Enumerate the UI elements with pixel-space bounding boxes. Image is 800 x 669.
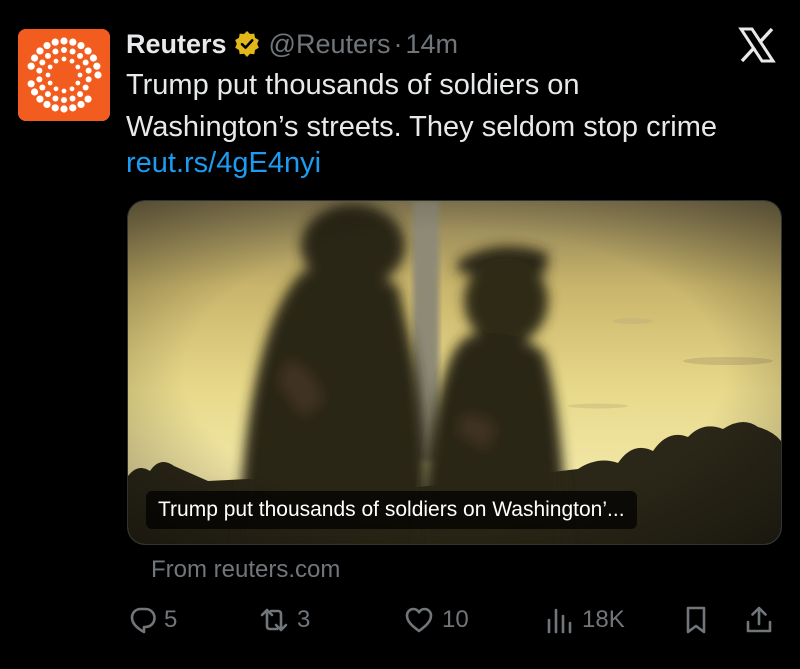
separator-dot: · [393, 28, 403, 59]
logo-dot [30, 54, 39, 62]
card-title-text: Trump put thousands of soldiers on Washi… [158, 498, 625, 521]
logo-dot [52, 48, 59, 55]
verified-badge-icon [234, 31, 260, 57]
card-source[interactable]: From reuters.com [151, 556, 340, 584]
logo-dot [77, 91, 84, 98]
logo-dot [36, 67, 43, 74]
logo-dot [75, 64, 81, 70]
article-link[interactable]: reut.rs/4gE4nyi [126, 147, 321, 180]
logo-dot [36, 76, 43, 83]
logo-dot [60, 37, 68, 45]
logo-dot [85, 76, 92, 83]
tweet-text-line: Washington’s streets. They seldom stop c… [126, 111, 717, 143]
logo-dot [69, 104, 77, 112]
card-title: Trump put thousands of soldiers on Washi… [146, 491, 637, 529]
logo-dot [89, 54, 98, 62]
repost-count: 3 [297, 606, 311, 633]
logo-dot [75, 80, 81, 86]
logo-dot [93, 62, 101, 70]
logo-dot [47, 64, 53, 70]
logo-dot [61, 56, 67, 62]
logo-dot [39, 84, 46, 91]
logo-dot [53, 58, 59, 64]
tweet-text-line: Trump put thousands of soldiers on [126, 69, 580, 101]
logo-dot [43, 100, 51, 109]
post-time[interactable]: 14m [406, 29, 459, 60]
logo-dot [39, 59, 46, 66]
logo-dot [47, 80, 53, 86]
logo-dot [84, 47, 92, 55]
logo-dot [82, 59, 89, 66]
logo-dot [69, 48, 76, 55]
share-button[interactable] [744, 598, 774, 642]
logo-dot [69, 86, 75, 92]
logo-dot [69, 58, 75, 64]
view-count: 18K [582, 606, 625, 633]
logo-dot [82, 84, 89, 91]
heart-icon [405, 607, 433, 633]
logo-dot [69, 38, 77, 46]
logo-dot [61, 88, 67, 94]
logo-dot [77, 41, 85, 50]
author-handle[interactable]: @Reuters [269, 29, 391, 60]
logo-dot [44, 52, 51, 59]
like-button[interactable]: 10 [402, 598, 469, 642]
logo-dot [60, 105, 68, 113]
logo-dot [61, 97, 67, 103]
logo-dot [30, 88, 39, 96]
logo-dot [27, 62, 35, 70]
logo-dot [77, 72, 83, 78]
logo-dot [85, 67, 92, 74]
reuters-logo-icon [18, 29, 110, 121]
logo-dot [36, 95, 44, 103]
logo-dot [77, 52, 84, 59]
action-bar: 5 3 10 18K [0, 598, 800, 642]
logo-dot [52, 95, 59, 102]
link-preview-card[interactable]: Trump put thousands of soldiers on Washi… [127, 200, 782, 545]
logo-dot [27, 80, 35, 88]
tweet-header: Reuters @Reuters · 14m [126, 26, 458, 62]
bookmark-button[interactable] [681, 598, 711, 642]
like-count: 10 [442, 606, 469, 633]
reuters-avatar[interactable] [18, 29, 110, 121]
logo-dot [77, 100, 85, 109]
bookmark-icon [686, 606, 706, 634]
views-button[interactable]: 18K [542, 598, 625, 642]
views-icon [547, 608, 572, 634]
logo-dot [51, 38, 59, 46]
logo-dot [44, 91, 51, 98]
repost-button[interactable]: 3 [257, 598, 310, 642]
reply-count: 5 [164, 606, 178, 633]
logo-dot [69, 95, 76, 102]
author-name[interactable]: Reuters [126, 29, 227, 60]
reply-button[interactable]: 5 [128, 598, 177, 642]
logo-dot [94, 71, 102, 79]
reply-icon [130, 607, 156, 634]
logo-dot [51, 104, 59, 112]
share-icon [746, 606, 772, 633]
repost-icon [260, 608, 288, 632]
logo-dot [61, 47, 67, 53]
logo-dot [36, 47, 44, 55]
logo-dot [43, 41, 51, 50]
logo-dot [53, 86, 59, 92]
logo-dot [84, 95, 92, 103]
logo-dot [45, 72, 51, 78]
tweet-text: Trump put thousands of soldiers on Washi… [126, 64, 786, 148]
x-logo-icon[interactable] [737, 25, 777, 65]
